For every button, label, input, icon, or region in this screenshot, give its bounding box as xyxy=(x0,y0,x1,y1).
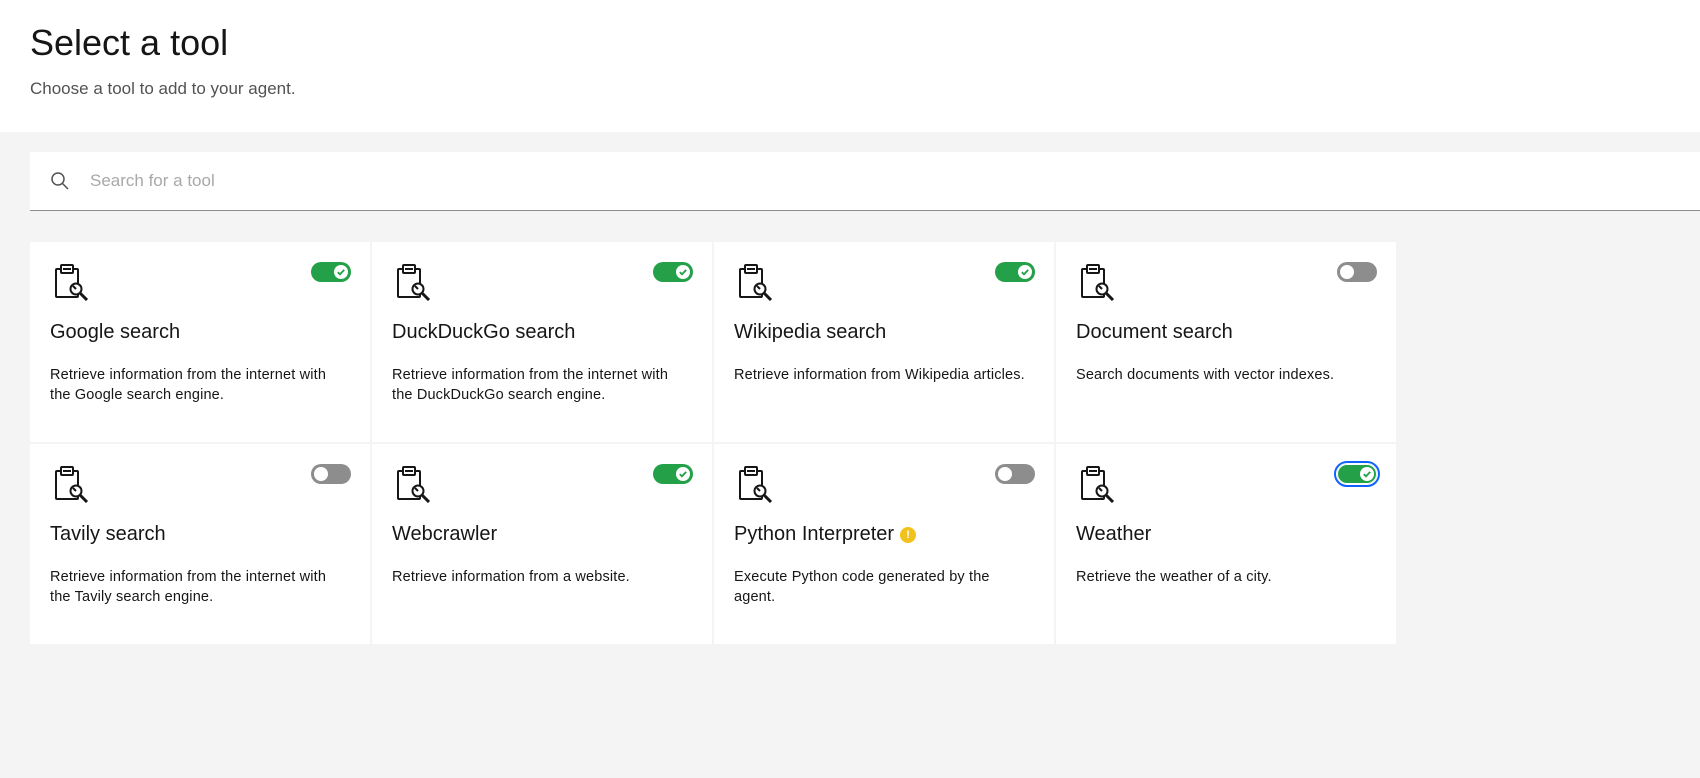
tool-card-duckduckgo-search[interactable]: DuckDuckGo search Retrieve information f… xyxy=(372,242,712,442)
tool-description: Retrieve information from a website. xyxy=(392,569,630,585)
page-subtitle: Choose a tool to add to your agent. xyxy=(30,79,296,98)
tool-title: Wikipedia search xyxy=(734,321,886,344)
tool-card-google-search[interactable]: Google search Retrieve information from … xyxy=(30,242,370,442)
clipboard-wrench-icon xyxy=(394,263,432,302)
clipboard-wrench-icon xyxy=(1078,263,1116,302)
tool-description: Retrieve the weather of a city. xyxy=(1076,569,1272,585)
tool-description: Execute Python code generated by the age… xyxy=(734,569,990,605)
clipboard-wrench-icon xyxy=(736,263,774,302)
tool-title-text: DuckDuckGo search xyxy=(392,321,576,343)
tool-title-text: Wikipedia search xyxy=(734,321,887,343)
tool-grid: Google search Retrieve information from … xyxy=(30,242,1396,644)
tool-title-text: Tavily search xyxy=(50,523,166,545)
tool-toggle[interactable] xyxy=(1334,461,1380,487)
checkmark-icon xyxy=(334,265,348,279)
clipboard-wrench-icon xyxy=(394,465,432,504)
page-header: Select a tool Choose a tool to add to yo… xyxy=(0,0,1700,132)
checkmark-icon xyxy=(1360,467,1374,481)
clipboard-wrench-icon xyxy=(52,465,90,504)
tool-title: Document search xyxy=(1076,321,1233,344)
tool-card-webcrawler[interactable]: Webcrawler Retrieve information from a w… xyxy=(372,444,712,644)
clipboard-wrench-icon xyxy=(1078,465,1116,504)
tool-description: Retrieve information from the internet w… xyxy=(50,569,327,605)
tool-title-text: Google search xyxy=(50,321,181,343)
search-input[interactable] xyxy=(90,152,1670,210)
toggle-knob xyxy=(1340,265,1354,279)
clipboard-wrench-icon xyxy=(52,263,90,302)
checkmark-icon xyxy=(676,265,690,279)
tool-title: Webcrawler xyxy=(392,523,497,546)
tool-title: Tavily search xyxy=(50,523,166,546)
tool-title: DuckDuckGo search xyxy=(392,321,575,344)
warning-icon xyxy=(900,526,917,543)
tool-toggle[interactable] xyxy=(653,464,693,484)
tool-toggle[interactable] xyxy=(995,262,1035,282)
tool-description: Retrieve information from Wikipedia arti… xyxy=(734,367,1025,383)
toggle-knob xyxy=(314,467,328,481)
tool-title-text: Weather xyxy=(1076,523,1152,545)
tool-title: Python Interpreter xyxy=(734,523,917,546)
tool-title: Google search xyxy=(50,321,180,344)
page-title: Select a tool xyxy=(30,22,229,63)
search-icon xyxy=(50,171,70,191)
tool-title: Weather xyxy=(1076,523,1151,546)
toggle-knob xyxy=(998,467,1012,481)
tool-card-document-search[interactable]: Document search Search documents with ve… xyxy=(1056,242,1396,442)
search-bar xyxy=(30,152,1700,211)
tool-toggle[interactable] xyxy=(311,262,351,282)
tool-card-tavily-search[interactable]: Tavily search Retrieve information from … xyxy=(30,444,370,644)
checkmark-icon xyxy=(1018,265,1032,279)
tool-toggle[interactable] xyxy=(653,262,693,282)
tool-title-text: Python Interpreter xyxy=(734,523,895,545)
tool-card-python-interpreter[interactable]: Python Interpreter Execute Python code g… xyxy=(714,444,1054,644)
tool-title-text: Document search xyxy=(1076,321,1233,343)
clipboard-wrench-icon xyxy=(736,465,774,504)
tool-title-text: Webcrawler xyxy=(392,523,498,545)
tool-description: Retrieve information from the internet w… xyxy=(392,367,669,403)
checkmark-icon xyxy=(676,467,690,481)
tool-toggle[interactable] xyxy=(311,464,351,484)
tool-toggle[interactable] xyxy=(1337,262,1377,282)
tool-toggle[interactable] xyxy=(995,464,1035,484)
tool-description: Retrieve information from the internet w… xyxy=(50,367,327,403)
tool-card-wikipedia-search[interactable]: Wikipedia search Retrieve information fr… xyxy=(714,242,1054,442)
tool-description: Search documents with vector indexes. xyxy=(1076,367,1335,383)
tool-card-weather[interactable]: Weather Retrieve the weather of a city. xyxy=(1056,444,1396,644)
